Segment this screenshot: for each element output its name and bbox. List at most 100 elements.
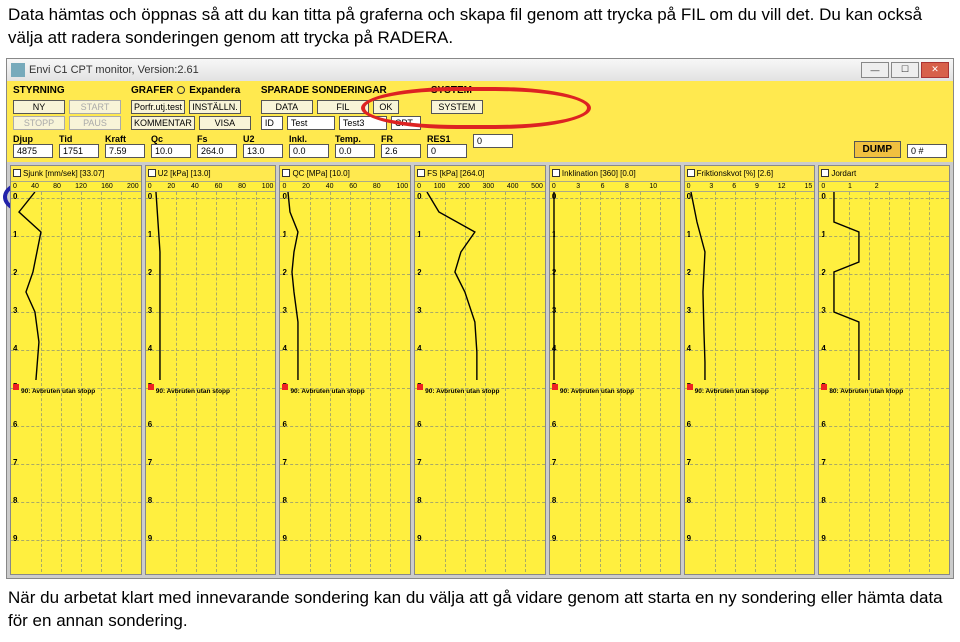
grafer-label: GRAFER Expandera — [131, 85, 251, 96]
close-button[interactable]: ✕ — [921, 62, 949, 78]
id-label: ID — [261, 116, 283, 130]
kraft-label: Kraft — [105, 134, 145, 144]
chart-checkbox[interactable] — [282, 169, 290, 177]
doc-text-bottom: När du arbetat klart med innevarande son… — [0, 583, 960, 637]
chart-body: 012345678990: Avbruten utan stopp — [415, 192, 545, 572]
temp-value: 0.0 — [335, 144, 375, 158]
portr-button[interactable]: Porfr.utj.test — [131, 100, 185, 114]
djup-label: Djup — [13, 134, 53, 144]
cpt-field[interactable]: CPT — [391, 116, 421, 130]
res1-label: RES1 — [427, 134, 467, 144]
chart-body: 012345678990: Avbruten utan stopp — [685, 192, 815, 572]
dump-count: 0 # — [907, 144, 947, 158]
chart-5: Friktionskvot [%] [2.6] 03691215012345678… — [684, 165, 816, 575]
chart-checkbox[interactable] — [13, 169, 21, 177]
chart-axis: 012 — [819, 182, 949, 192]
titlebar: Envi C1 CPT monitor, Version:2.61 — ☐ ✕ — [7, 59, 953, 81]
temp-label: Temp. — [335, 134, 375, 144]
red-marker — [687, 384, 693, 390]
chart-axis: 04080120160200 — [11, 182, 141, 192]
chart-annotation: 90: Avbruten utan stopp — [290, 388, 364, 395]
ok-button[interactable]: OK — [373, 100, 399, 114]
data-button[interactable]: DATA — [261, 100, 313, 114]
chart-checkbox[interactable] — [821, 169, 829, 177]
visa-button[interactable]: VISA — [199, 116, 251, 130]
chart-axis: 0100200300400500 — [415, 182, 545, 192]
chart-title: Inklination [360] [0.0] — [562, 169, 636, 178]
res2-value: 0 — [473, 134, 513, 148]
kommentar-button[interactable]: KOMMENTAR — [131, 116, 195, 130]
charts-area: Sjunk [mm/sek] [33.07]040801201602000123… — [7, 162, 953, 578]
res1-value: 0 — [427, 144, 467, 158]
styrning-label: STYRNING — [13, 85, 121, 96]
fs-value: 264.0 — [197, 144, 237, 158]
chart-annotation: 90: Avbruten utan stopp — [21, 388, 95, 395]
chart-annotation: 90: Avbruten utan stopp — [156, 388, 230, 395]
id2-field[interactable]: Test3 — [339, 116, 387, 130]
dump-button[interactable]: DUMP — [854, 141, 901, 158]
chart-body: 012345678990: Avbruten utan stopp — [280, 192, 410, 572]
chart-title: U2 [kPa] [13.0] — [158, 169, 211, 178]
chart-title: FS [kPa] [264.0] — [427, 169, 484, 178]
chart-title: Sjunk [mm/sek] [33.07] — [23, 169, 104, 178]
paus-button[interactable]: PAUS — [69, 116, 121, 130]
chart-checkbox[interactable] — [417, 169, 425, 177]
install-button[interactable]: INSTÄLLN. — [189, 100, 241, 114]
tid-label: Tid — [59, 134, 99, 144]
chart-title: Friktionskvot [%] [2.6] — [697, 169, 773, 178]
qc-label: Qc — [151, 134, 191, 144]
inkl-label: Inkl. — [289, 134, 329, 144]
chart-checkbox[interactable] — [148, 169, 156, 177]
kraft-value: 7.59 — [105, 144, 145, 158]
fil-button[interactable]: FIL — [317, 100, 369, 114]
stopp-button[interactable]: STOPP — [13, 116, 65, 130]
djup-value: 4875 — [13, 144, 53, 158]
ny-button[interactable]: NY — [13, 100, 65, 114]
sparade-label: SPARADE SONDERINGAR — [261, 85, 421, 96]
doc-text-top: Data hämtas och öppnas så att du kan tit… — [0, 0, 960, 54]
maximize-button[interactable]: ☐ — [891, 62, 919, 78]
chart-annotation: 90: Avbruten utan stopp — [560, 388, 634, 395]
u2-label: U2 — [243, 134, 283, 144]
tid-value: 1751 — [59, 144, 99, 158]
fs-label: Fs — [197, 134, 237, 144]
system-button[interactable]: SYSTEM — [431, 100, 483, 114]
chart-body: 012345678990: Avbruten utan stopp — [146, 192, 276, 572]
window-title: Envi C1 CPT monitor, Version:2.61 — [29, 64, 199, 76]
minimize-button[interactable]: — — [861, 62, 889, 78]
start-button[interactable]: START — [69, 100, 121, 114]
expandera-label: Expandera — [189, 85, 240, 96]
chart-body: 012345678980: Avbruten utan klopp — [819, 192, 949, 572]
red-marker — [417, 384, 423, 390]
chart-axis: 020406080100 — [280, 182, 410, 192]
fr-label: FR — [381, 134, 421, 144]
app-window: Envi C1 CPT monitor, Version:2.61 — ☐ ✕ … — [6, 58, 954, 579]
chart-checkbox[interactable] — [687, 169, 695, 177]
red-marker — [148, 384, 154, 390]
expandera-radio[interactable] — [177, 86, 185, 94]
chart-axis: 036810 — [550, 182, 680, 192]
qc-value: 10.0 — [151, 144, 191, 158]
chart-3: FS [kPa] [264.0] 010020030040050001234567… — [414, 165, 546, 575]
chart-2: QC [MPa] [10.0] 020406080100012345678990:… — [279, 165, 411, 575]
u2-value: 13.0 — [243, 144, 283, 158]
chart-axis: 020406080100 — [146, 182, 276, 192]
chart-annotation: 90: Avbruten utan stopp — [695, 388, 769, 395]
chart-4: Inklination [360] [0.0]03681001234567899… — [549, 165, 681, 575]
red-marker — [821, 384, 827, 390]
chart-1: U2 [kPa] [13.0] 020406080100012345678990:… — [145, 165, 277, 575]
chart-0: Sjunk [mm/sek] [33.07] 040801201602000123… — [10, 165, 142, 575]
chart-6: Jordart012012345678980: Avbruten utan kl… — [818, 165, 950, 575]
chart-title: QC [MPa] [10.0] — [292, 169, 349, 178]
chart-body: 012345678990: Avbruten utan stopp — [11, 192, 141, 572]
chart-annotation: 80: Avbruten utan klopp — [829, 388, 903, 395]
id-field[interactable]: Test — [287, 116, 335, 130]
red-marker — [282, 384, 288, 390]
fr-value: 2.6 — [381, 144, 421, 158]
chart-axis: 03691215 — [685, 182, 815, 192]
red-marker — [13, 384, 19, 390]
toolbar: STYRNING NY START STOPP PAUS GRAFER Expa… — [7, 81, 953, 132]
readout-row: Djup4875 Tid1751 Kraft7.59 Qc10.0 Fs264.… — [7, 132, 953, 162]
chart-annotation: 90: Avbruten utan stopp — [425, 388, 499, 395]
chart-checkbox[interactable] — [552, 169, 560, 177]
